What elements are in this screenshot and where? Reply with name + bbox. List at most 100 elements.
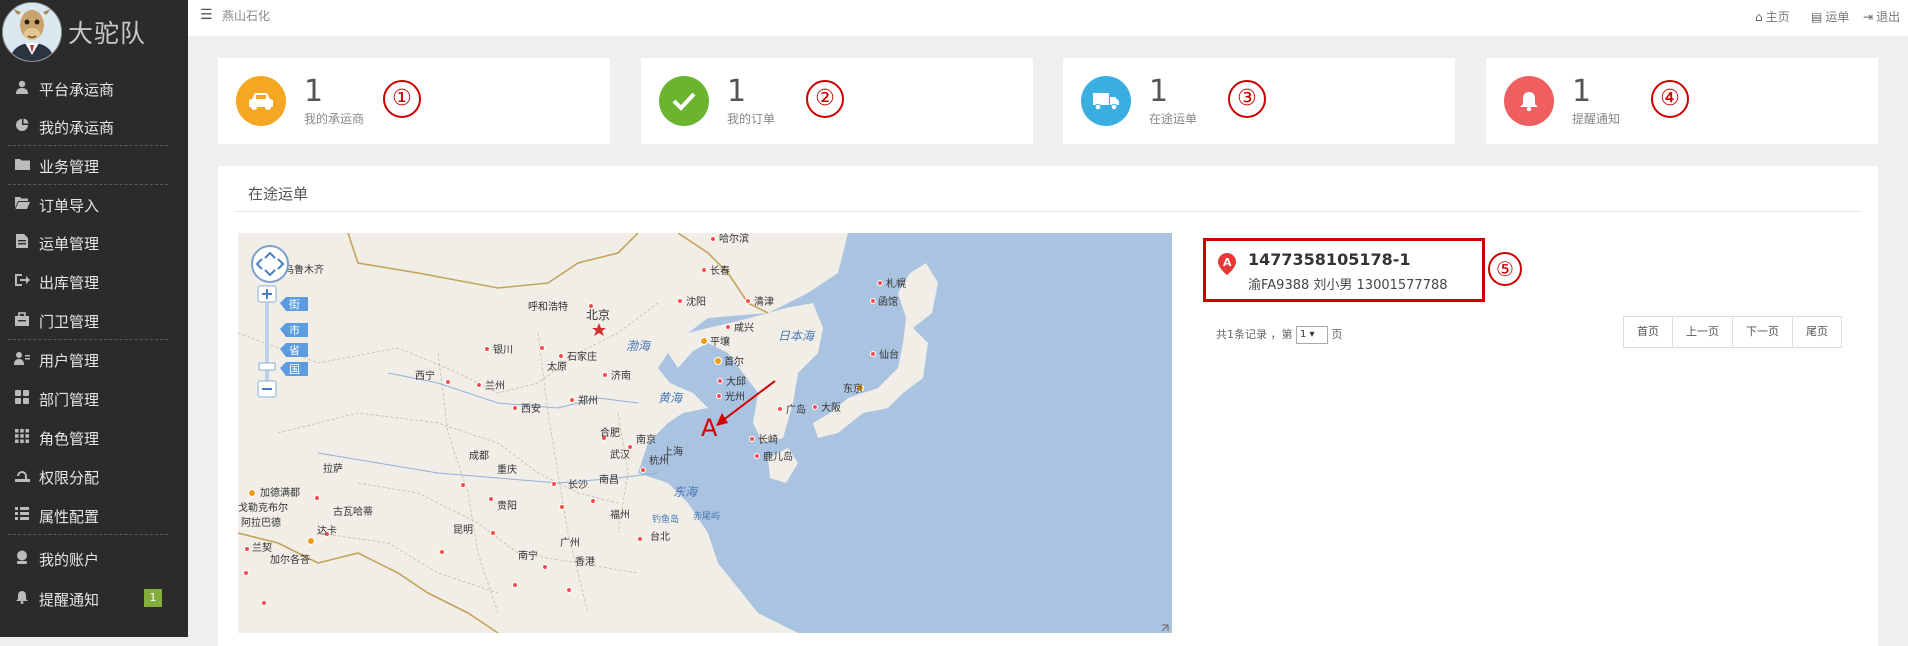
sidebar-item-label: 运单管理 (39, 235, 100, 253)
map-label-city: 太原 (547, 360, 567, 373)
map-label-city: 南宁 (518, 549, 538, 562)
dots-grid-icon (13, 429, 31, 445)
sidebar-item-label: 门卫管理 (39, 313, 100, 331)
sidebar-item-attributes[interactable]: 属性配置 (0, 497, 168, 535)
last-page-button[interactable]: 尾页 (1792, 316, 1842, 348)
map-label-sea: 日本海 (778, 329, 816, 343)
menu-toggle-icon[interactable]: ☰ (200, 7, 213, 23)
map-canvas[interactable]: 渤海 日本海 黄海 东海 哈尔滨 乌鲁木齐 长春 呼和浩特 沈阳 清津 北京 札… (238, 233, 1172, 633)
page-select[interactable]: 1 ▾ (1296, 326, 1328, 344)
sign-out-icon (13, 273, 31, 289)
svg-text:A: A (1223, 256, 1232, 269)
sidebar-item-roles[interactable]: 角色管理 (0, 419, 168, 457)
divider (8, 145, 168, 146)
map-label-city: 咸兴 (734, 322, 754, 334)
file-icon: ▤ (1811, 10, 1823, 24)
sidebar-item-outbound[interactable]: 出库管理 (0, 263, 168, 301)
stat-card-orders[interactable]: 1 我的订单 ② (641, 58, 1033, 144)
sidebar-item-my-account[interactable]: 我的账户 (0, 540, 168, 578)
document-icon (13, 234, 31, 250)
map-label-sea: 渤海 (626, 339, 652, 353)
company-name: 燕山石化 (222, 9, 271, 23)
pie-chart-icon (13, 118, 31, 134)
stat-count: 1 (1572, 74, 1592, 109)
map-label-city: 香港 (575, 556, 595, 568)
stat-card-carriers[interactable]: 1 我的承运商 ① (218, 58, 610, 144)
sidebar-item-label: 权限分配 (39, 469, 100, 487)
prev-page-button[interactable]: 上一页 (1672, 316, 1733, 348)
svg-text:国: 国 (289, 363, 300, 376)
pagination-summary: 共1条记录 ，第 1 ▾ 页 (1216, 326, 1343, 344)
map-label-city: 呼和浩特 (528, 301, 568, 313)
waybill-result-item[interactable]: A 1477358105178-1 渝FA9388 刘小男 1300157778… (1203, 238, 1485, 302)
zoom-slider-handle[interactable] (258, 362, 276, 371)
svg-text:省: 省 (289, 344, 300, 357)
map-label-city: 南昌 (599, 473, 619, 486)
sidebar-item-my-carriers[interactable]: 我的承运商 (0, 108, 168, 146)
sidebar-item-waybill[interactable]: 运单管理 (0, 224, 168, 262)
map-label-city: 西安 (521, 402, 541, 415)
next-page-button[interactable]: 下一页 (1732, 316, 1793, 348)
stat-card-notifications[interactable]: 1 提醒通知 ④ (1486, 58, 1878, 144)
map-label-island: 钓鱼岛 (652, 513, 679, 525)
map-label-city: 成都 (469, 450, 489, 462)
map-label-city: 乌鲁木齐 (284, 263, 324, 276)
sidebar-item-departments[interactable]: 部门管理 (0, 380, 168, 418)
car-icon (236, 76, 286, 126)
panel-title: 在途运单 (248, 185, 309, 203)
sidebar-item-guard[interactable]: 门卫管理 (0, 302, 168, 340)
sidebar-item-label: 业务管理 (39, 158, 100, 176)
waybill-link[interactable]: ▤ 运单 (1811, 8, 1849, 25)
map-label-city: 加尔各答 (270, 553, 310, 566)
map-label-city: 函馆 (878, 295, 898, 308)
annotation-marker: ④ (1651, 80, 1689, 118)
zoom-out-button[interactable] (257, 380, 277, 398)
sidebar-item-label: 平台承运商 (39, 81, 115, 99)
page-select-value: 1 (1300, 329, 1307, 340)
truck-icon (1081, 76, 1131, 126)
map-label-city: 福州 (610, 508, 630, 521)
stat-label: 在途运单 (1149, 112, 1198, 126)
home-link[interactable]: ⌂ 主页 (1755, 8, 1790, 25)
zoom-in-button[interactable] (257, 285, 277, 303)
map-label-city: 加德满都 (260, 486, 300, 499)
sidebar-item-label: 用户管理 (39, 352, 100, 370)
sidebar: 大驼队 平台承运商 我的承运商 业务管理 订单导入 运单管理 出库管理 门卫管理… (0, 0, 188, 637)
sidebar-item-label: 我的账户 (39, 551, 100, 569)
account-icon (13, 550, 31, 566)
map-label-city: 大阪 (821, 401, 841, 414)
pan-control[interactable] (251, 245, 289, 283)
map-label-city: 仙台 (879, 348, 899, 361)
stat-count: 1 (1149, 74, 1169, 109)
map-label-city: 平壤 (710, 335, 730, 348)
map-label-sea: 黄海 (658, 391, 684, 405)
sidebar-item-order-import[interactable]: 订单导入 (0, 186, 168, 224)
first-page-button[interactable]: 首页 (1623, 316, 1673, 348)
map-label-city: 拉萨 (323, 462, 343, 475)
sidebar-item-permissions[interactable]: 权限分配 (0, 458, 168, 496)
sidebar-item-label: 属性配置 (39, 508, 100, 526)
map-marker-letter: A (701, 414, 718, 442)
map-label-city: 长春 (710, 265, 730, 277)
map-view[interactable]: 渤海 日本海 黄海 东海 哈尔滨 乌鲁木齐 长春 呼和浩特 沈阳 清津 北京 札… (238, 233, 1172, 633)
sidebar-item-business[interactable]: 业务管理 (0, 147, 168, 185)
map-label-city: 合肥 (600, 426, 620, 439)
divider (8, 339, 168, 340)
panel-divider (236, 211, 1860, 212)
map-label-city: 广岛 (786, 403, 806, 416)
sidebar-item-users[interactable]: 用户管理 (0, 341, 168, 379)
sidebar-item-label: 部门管理 (39, 391, 100, 409)
map-label-island: 赤尾屿 (693, 511, 720, 522)
list-icon (13, 507, 31, 523)
map-label-city: 杭州 (649, 454, 669, 467)
divider (8, 184, 168, 185)
key-icon (13, 468, 31, 484)
map-label-city: 东京 (843, 382, 863, 395)
camel-avatar-logo[interactable] (2, 2, 62, 62)
sidebar-item-notifications[interactable]: 提醒通知 1 (0, 580, 168, 618)
logout-link[interactable]: ⇥ 退出 (1863, 8, 1900, 25)
stat-card-in-transit[interactable]: 1 在途运单 ③ (1063, 58, 1455, 144)
divider (8, 534, 168, 535)
sidebar-item-platform-carriers[interactable]: 平台承运商 (0, 70, 168, 108)
user-icon (13, 80, 31, 96)
